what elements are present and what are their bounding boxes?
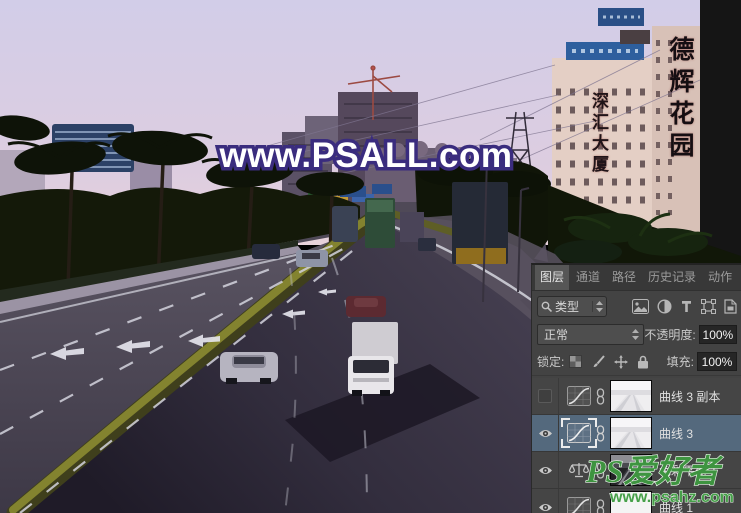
layer-row-curves3-copy[interactable]: 曲线 3 副本 [532, 378, 741, 415]
filter-smart-objects-icon[interactable] [724, 299, 737, 314]
opacity-value[interactable]: 100% [699, 325, 737, 344]
layer-name: 曲线 3 [659, 425, 693, 442]
filter-type-layers-icon[interactable] [680, 300, 693, 313]
curves-adjustment-icon[interactable] [564, 421, 594, 445]
filter-kind-label: 类型 [555, 298, 579, 315]
layer-name: 色彩平衡 1 [659, 462, 717, 479]
layer-row-curves3[interactable]: 曲线 3 [532, 415, 741, 452]
mask-link-icon [596, 388, 605, 405]
panel-tabbar: 图层 通道 路径 历史记录 动作 [532, 265, 741, 291]
opacity-label: 不透明度: [644, 326, 695, 343]
photoshop-workspace: www.PSALL.com 深汇大厦 德辉花园 图层 通道 路径 历史记录 动作… [0, 0, 741, 513]
layer-mask-thumbnail[interactable] [610, 380, 652, 412]
search-icon [541, 301, 552, 312]
updown-arrows-icon [632, 329, 639, 340]
tab-actions[interactable]: 动作 [703, 265, 737, 290]
building-sign-shenhui: 深汇大厦 [586, 92, 611, 176]
eye-icon [538, 465, 553, 476]
visibility-toggle[interactable] [532, 489, 559, 513]
blend-mode-select[interactable]: 正常 [537, 324, 644, 345]
visibility-off-box [538, 389, 552, 403]
layer-row-color-balance1[interactable]: 色彩平衡 1 [532, 452, 741, 489]
color-balance-adjustment-icon[interactable] [564, 458, 594, 482]
tab-channels[interactable]: 通道 [571, 265, 605, 290]
layer-mask-thumbnail[interactable] [610, 491, 652, 513]
lock-label: 锁定: [537, 353, 564, 370]
layer-name: 曲线 3 副本 [659, 388, 720, 405]
lock-position-move-icon[interactable] [614, 355, 628, 369]
lock-transparency-icon[interactable] [569, 355, 582, 368]
lock-row: 锁定: [532, 348, 741, 376]
visibility-toggle[interactable] [532, 415, 559, 451]
blend-mode-value: 正常 [544, 326, 568, 343]
layer-row-curves1[interactable]: 曲线 1 [532, 489, 741, 513]
building-sign-dehui: 德辉花园 [662, 36, 698, 164]
fill-value[interactable]: 100% [697, 352, 737, 371]
layer-mask-thumbnail[interactable] [610, 417, 652, 449]
filter-row: 类型 [532, 291, 741, 321]
layer-name: 曲线 1 [659, 499, 693, 513]
eye-icon [538, 428, 553, 439]
filter-adjustment-layers-icon[interactable] [657, 299, 672, 314]
psall-watermark: www.PSALL.com [218, 136, 512, 175]
tab-history[interactable]: 历史记录 [643, 265, 701, 290]
dark-building-edge [700, 0, 741, 263]
filter-shape-layers-icon[interactable] [701, 299, 716, 314]
lock-pixels-brush-icon[interactable] [591, 355, 605, 369]
selection-brackets [561, 418, 597, 448]
mask-link-icon [596, 499, 605, 513]
filter-pixel-layers-icon[interactable] [632, 299, 649, 314]
eye-icon [538, 502, 553, 513]
tab-paths[interactable]: 路径 [607, 265, 641, 290]
visibility-toggle[interactable] [532, 378, 559, 414]
curves-adjustment-icon[interactable] [564, 495, 594, 513]
mask-link-icon [596, 425, 605, 442]
filter-kind-select[interactable]: 类型 [537, 296, 607, 317]
layers-panel: 图层 通道 路径 历史记录 动作 类型 [531, 263, 741, 513]
layers-list: 曲线 3 副本 [532, 378, 741, 513]
blend-row: 正常 不透明度: 100% [532, 321, 741, 348]
roof-billboard [566, 42, 644, 60]
fill-label: 填充: [667, 353, 694, 370]
mask-link-icon [596, 462, 605, 479]
curves-adjustment-icon[interactable] [564, 384, 594, 408]
updown-arrows-icon [596, 301, 603, 312]
lock-all-icon[interactable] [637, 355, 649, 369]
tab-layers[interactable]: 图层 [535, 265, 569, 290]
visibility-toggle[interactable] [532, 452, 559, 488]
layer-thumbnail[interactable] [610, 454, 652, 486]
